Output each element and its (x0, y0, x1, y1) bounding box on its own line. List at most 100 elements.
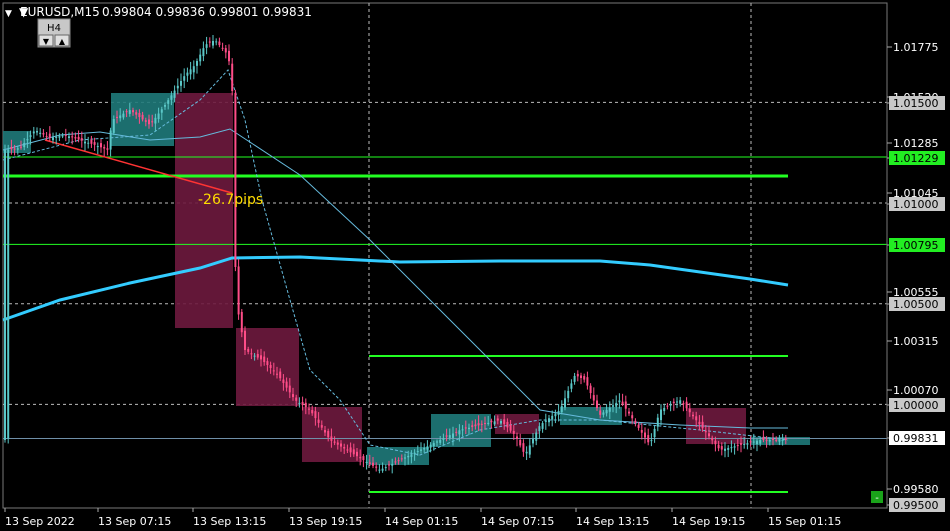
bearish-candle (506, 421, 509, 428)
bearish-candle (624, 401, 627, 409)
bullish-candle (570, 383, 573, 389)
bearish-candle (634, 420, 637, 424)
price-axis-label: 0.99500 (893, 499, 939, 512)
bullish-candle (727, 447, 730, 450)
bullish-candle (778, 440, 781, 442)
bearish-candle (285, 381, 288, 388)
bearish-candle (80, 138, 83, 141)
bullish-candle (567, 390, 570, 399)
bearish-candle (516, 436, 518, 439)
bearish-candle (695, 416, 698, 421)
bearish-candle (327, 430, 330, 438)
bullish-candle (432, 443, 435, 447)
bullish-candle (39, 132, 42, 134)
timeframe-widget[interactable]: H4 ▼ ▲ (37, 18, 71, 48)
bearish-candle (637, 424, 640, 428)
bullish-candle (458, 430, 461, 435)
bullish-candle (176, 85, 179, 89)
bearish-candle (640, 429, 643, 433)
bullish-candle (551, 415, 554, 420)
bearish-candle (301, 401, 304, 406)
bullish-candle (532, 439, 534, 444)
bearish-candle (400, 458, 403, 460)
bullish-candle (205, 44, 208, 48)
bullish-candle (663, 407, 666, 412)
trading-chart-window[interactable]: 1.017751.015201.015001.012851.012291.010… (0, 0, 950, 531)
bullish-candle (602, 412, 605, 415)
bullish-candle (541, 423, 544, 429)
bullish-candle (7, 149, 10, 439)
bullish-candle (4, 150, 6, 440)
chevron-down-icon: ▼ (43, 37, 50, 46)
bearish-candle (135, 112, 138, 115)
time-axis-label: 14 Sep 01:15 (385, 515, 458, 528)
bearish-candle (340, 443, 342, 447)
bearish-candle (314, 411, 317, 419)
bearish-candle (330, 436, 333, 441)
bearish-candle (295, 397, 298, 401)
bearish-candle (151, 121, 154, 123)
bearish-candle (234, 92, 237, 267)
bullish-candle (410, 454, 413, 457)
bearish-candle (704, 430, 707, 433)
bearish-candle (474, 424, 477, 427)
symbol-label: EURUSD,M15 (20, 5, 100, 19)
bullish-candle (743, 443, 746, 445)
bearish-candle (490, 420, 493, 423)
bearish-candle (228, 50, 230, 62)
bearish-candle (74, 137, 77, 139)
bullish-candle (119, 115, 122, 119)
bearish-candle (100, 143, 102, 148)
bullish-candle (32, 131, 35, 134)
bullish-candle (202, 48, 205, 57)
menu-arrow-icon[interactable]: ▼ (5, 9, 12, 19)
bearish-candle (698, 421, 701, 425)
bullish-candle (439, 439, 442, 443)
bullish-candle (167, 100, 170, 104)
bullish-candle (468, 427, 470, 430)
bearish-candle (116, 116, 118, 118)
bearish-candle (279, 371, 282, 379)
bullish-candle (84, 141, 86, 144)
bearish-candle (580, 375, 582, 378)
bearish-candle (455, 431, 458, 433)
bearish-candle (372, 462, 374, 466)
bearish-candle (48, 133, 51, 138)
bearish-candle (596, 400, 598, 408)
bullish-candle (493, 421, 496, 425)
price-chart[interactable]: 1.017751.015201.015001.012851.012291.010… (0, 0, 950, 531)
bullish-candle (196, 61, 198, 66)
bullish-candle (426, 446, 429, 450)
bullish-candle (391, 463, 394, 466)
bearish-candle (356, 451, 358, 457)
bearish-candle (599, 410, 602, 415)
bullish-candle (528, 445, 531, 455)
ohlc-values: 0.99804 0.99836 0.99801 0.99831 (102, 5, 312, 19)
bullish-candle (253, 355, 256, 357)
bullish-candle (112, 119, 115, 133)
bearish-candle (324, 430, 326, 433)
bearish-candle (772, 438, 774, 440)
bearish-candle (218, 41, 221, 46)
bearish-candle (266, 361, 269, 366)
bullish-candle (442, 438, 445, 440)
price-axis-label: 1.01229 (893, 152, 939, 165)
bullish-candle (573, 375, 576, 382)
bullish-candle (781, 440, 784, 441)
bullish-candle (87, 142, 90, 144)
slow-moving-average (2, 255, 789, 322)
bullish-candle (615, 402, 618, 407)
bullish-candle (656, 417, 659, 427)
bearish-candle (336, 442, 339, 445)
bullish-candle (612, 405, 614, 407)
bullish-candle (26, 139, 29, 141)
bearish-candle (519, 439, 522, 446)
bearish-candle (666, 405, 669, 407)
bearish-htf-box (175, 93, 233, 328)
bearish-candle (240, 311, 243, 333)
bearish-candle (276, 373, 278, 375)
bullish-candle (407, 455, 410, 458)
bullish-candle (154, 117, 157, 124)
bullish-candle (413, 452, 416, 455)
time-axis-label: 13 Sep 13:15 (193, 515, 266, 528)
